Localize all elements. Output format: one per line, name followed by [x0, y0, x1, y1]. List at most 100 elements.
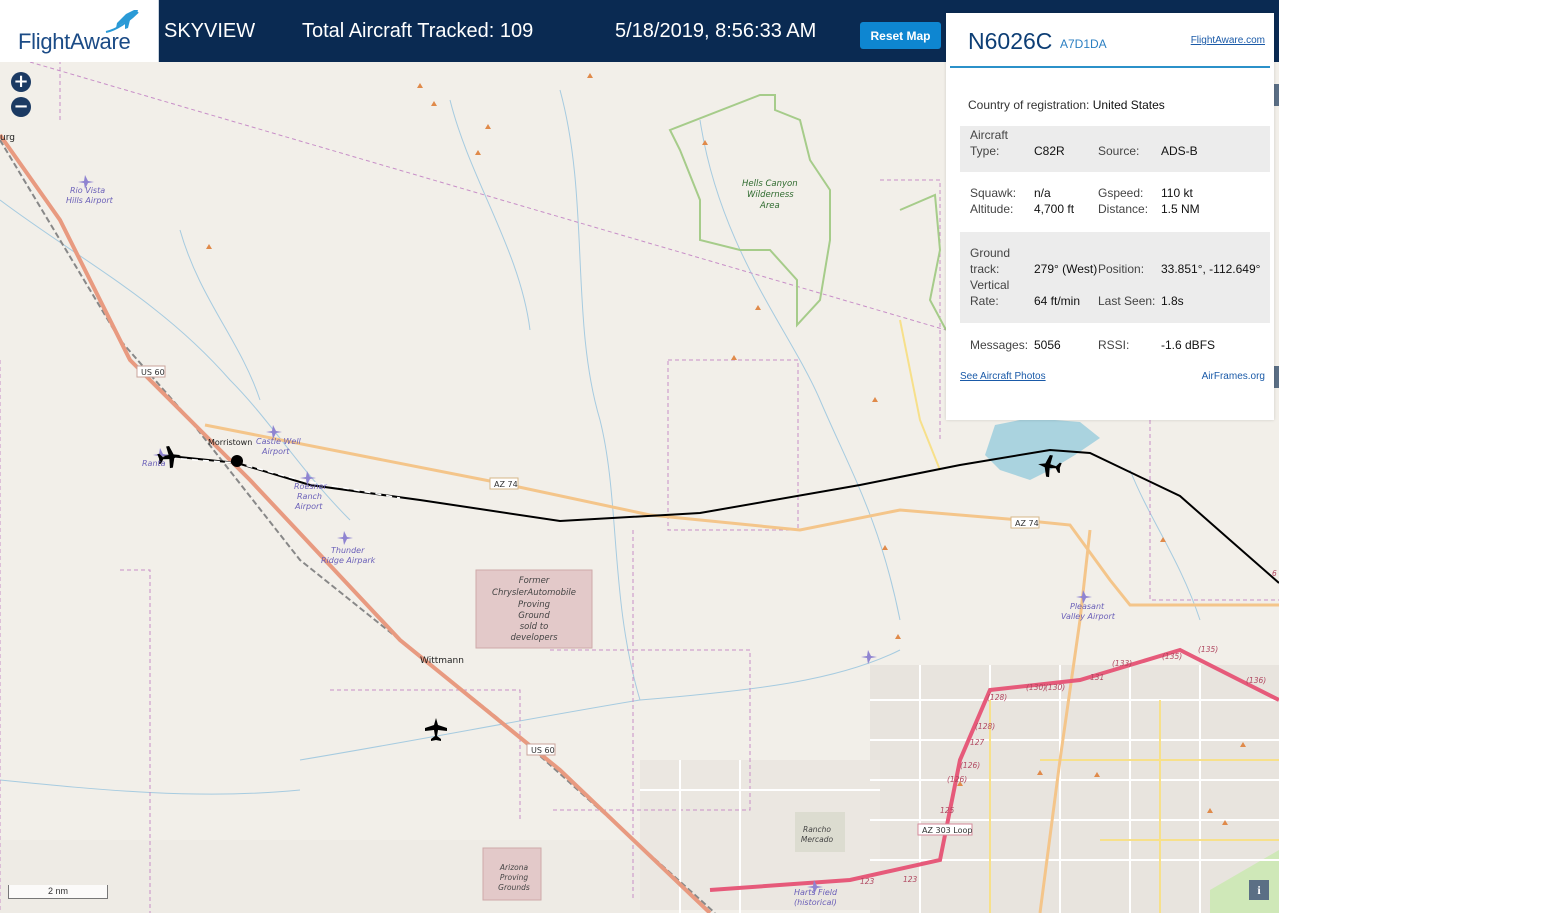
- reset-map-button[interactable]: Reset Map: [860, 22, 941, 49]
- distance-label: Distance:: [1098, 202, 1149, 216]
- label-r136: (136): [1246, 676, 1266, 685]
- zoom-out-button[interactable]: −: [11, 97, 31, 117]
- rssi-label: RSSI:: [1098, 338, 1130, 352]
- label-r125: 125: [940, 806, 955, 815]
- datetime-display: 5/18/2019, 8:56:33 AM: [615, 20, 817, 42]
- altitude-label: Altitude:: [970, 202, 1014, 216]
- label-us60-a: US 60: [141, 368, 165, 377]
- label-r135a: (135): [1162, 652, 1182, 661]
- label-hells-canyon-2: Wilderness: [747, 190, 794, 200]
- aircraft-info-panel: N6026C A7D1DA FlightAware.com Country of…: [946, 13, 1274, 420]
- label-r126a: (126): [960, 761, 980, 770]
- label-r128a: (128): [987, 693, 1007, 702]
- messages-rssi-row: Messages: 5056 RSSI: -1.6 dBFS: [960, 335, 1270, 355]
- country-row: Country of registration: United States: [968, 98, 1165, 112]
- aircraft-ident: N6026C: [968, 28, 1053, 54]
- label-arizona-pg-2: Proving: [500, 873, 528, 882]
- vertical-rate-value: 64 ft/min: [1034, 294, 1081, 308]
- label-chrysler-4: Ground: [518, 611, 550, 621]
- label-r130b: (130): [1045, 683, 1065, 692]
- label-az303: AZ 303 Loop: [922, 826, 973, 835]
- squawk-value: n/a: [1034, 186, 1051, 200]
- ground-track-label: Ground track:: [970, 246, 1011, 276]
- label-hells-canyon-3: Area: [759, 201, 780, 211]
- label-r6: 6: [1272, 569, 1277, 578]
- sidebar-toggle-tab[interactable]: [1274, 366, 1279, 388]
- label-chrysler-1: Former: [519, 576, 550, 586]
- label-chrysler-5: sold to: [520, 622, 549, 632]
- wilderness-boundary: [668, 94, 831, 328]
- info-button[interactable]: i: [1249, 880, 1269, 900]
- messages-value: 5056: [1034, 338, 1061, 352]
- label-chrysler-6: developers: [511, 633, 559, 643]
- altitude-value: 4,700 ft: [1034, 202, 1075, 216]
- label-r133: (133): [1112, 659, 1132, 668]
- label-us60-b: US 60: [531, 746, 555, 755]
- flightaware-link[interactable]: FlightAware.com: [1191, 35, 1265, 46]
- flightaware-logo[interactable]: FlightAware: [0, 0, 159, 62]
- label-ranta: Ranta: [142, 459, 166, 468]
- label-harts-2: (historical): [794, 898, 837, 907]
- last-seen-value: 1.8s: [1161, 294, 1184, 308]
- gspeed-value: 110 kt: [1161, 186, 1193, 200]
- label-castle-well-2: Airport: [261, 447, 290, 456]
- source-value: ADS-B: [1161, 144, 1198, 158]
- aircraft-type-value: C82R: [1034, 144, 1065, 158]
- aircraft-photos-link[interactable]: See Aircraft Photos: [960, 371, 1046, 382]
- az-74-highway: [204, 423, 1279, 607]
- distance-value: 1.5 NM: [1161, 202, 1200, 216]
- airframes-link[interactable]: AirFrames.org: [1202, 371, 1265, 382]
- label-harts-1: Harts Field: [794, 888, 838, 897]
- panel-divider: [950, 66, 1270, 68]
- label-chrysler-2: ChryslerAutomobile: [492, 588, 576, 598]
- label-morristown: Morristown: [208, 438, 252, 447]
- aircraft-type-row: Aircraft Type: C82R Source: ADS-B: [960, 126, 1270, 172]
- label-wittmann: Wittmann: [420, 656, 464, 666]
- product-title: SKYVIEW: [164, 20, 256, 42]
- vertical-rate-label: Vertical Rate:: [970, 278, 1010, 308]
- label-r131: 131: [1090, 673, 1104, 682]
- wilderness-label: Hells Canyon Wilderness Area: [742, 179, 798, 211]
- label-az74-a: AZ 74: [494, 480, 518, 489]
- label-thunder-2: Ridge Airpark: [321, 556, 376, 565]
- label-r123b: 123: [903, 875, 918, 884]
- label-rancho-2: Mercado: [801, 835, 834, 844]
- skyview-app: US 60 US 60 AZ 74 AZ 74 AZ 303 Loop Rio …: [0, 0, 1279, 913]
- label-roesner-1: Roesner: [294, 482, 328, 491]
- squawk-label: Squawk:: [970, 186, 1017, 200]
- town-labels: Morristown Wittmann urg: [0, 133, 464, 666]
- track-position-row: Ground track: 279° (West) Position: 33.8…: [960, 232, 1270, 323]
- receiver-location-marker[interactable]: [231, 455, 243, 467]
- urban-area: [870, 665, 1279, 913]
- label-arizona-pg-3: Grounds: [498, 883, 530, 892]
- zoom-in-button[interactable]: +: [11, 72, 31, 92]
- label-r123a: 123: [860, 877, 875, 886]
- country-value: United States: [1092, 98, 1165, 112]
- label-r126b: (126): [947, 775, 967, 784]
- label-r128b: (128): [975, 722, 995, 731]
- layer-switcher-tab[interactable]: [1274, 84, 1279, 106]
- label-pleasant-1: Pleasant: [1070, 602, 1105, 611]
- label-hells-canyon-1: Hells Canyon: [742, 179, 798, 189]
- label-edge-burg: urg: [0, 133, 15, 143]
- total-aircraft-tracked: Total Aircraft Tracked: 109: [302, 20, 534, 42]
- messages-label: Messages:: [970, 338, 1029, 352]
- ground-track-value: 279° (West): [1034, 262, 1098, 276]
- label-castle-well-1: Castle Well: [256, 437, 302, 446]
- scale-bar: 2 nm: [8, 885, 108, 899]
- aircraft-hex: A7D1DA: [1060, 37, 1107, 51]
- us-60-highway: [0, 133, 712, 913]
- label-roesner-3: Airport: [294, 502, 323, 511]
- label-roesner-2: Ranch: [297, 492, 322, 501]
- last-seen-label: Last Seen:: [1098, 294, 1156, 308]
- aircraft-type-label: Aircraft Type:: [970, 128, 1009, 158]
- urban-area: [0, 840, 640, 913]
- label-chrysler-3: Proving: [518, 600, 551, 610]
- label-rio-vista-2: Hills Airport: [66, 196, 114, 205]
- position-label: Position:: [1098, 262, 1145, 276]
- label-rio-vista-1: Rio Vista: [70, 186, 105, 195]
- label-thunder-1: Thunder: [331, 546, 365, 555]
- label-rancho-1: Rancho: [803, 825, 831, 834]
- label-r127: 127: [970, 738, 985, 747]
- position-value: 33.851°, -112.649°: [1161, 262, 1261, 276]
